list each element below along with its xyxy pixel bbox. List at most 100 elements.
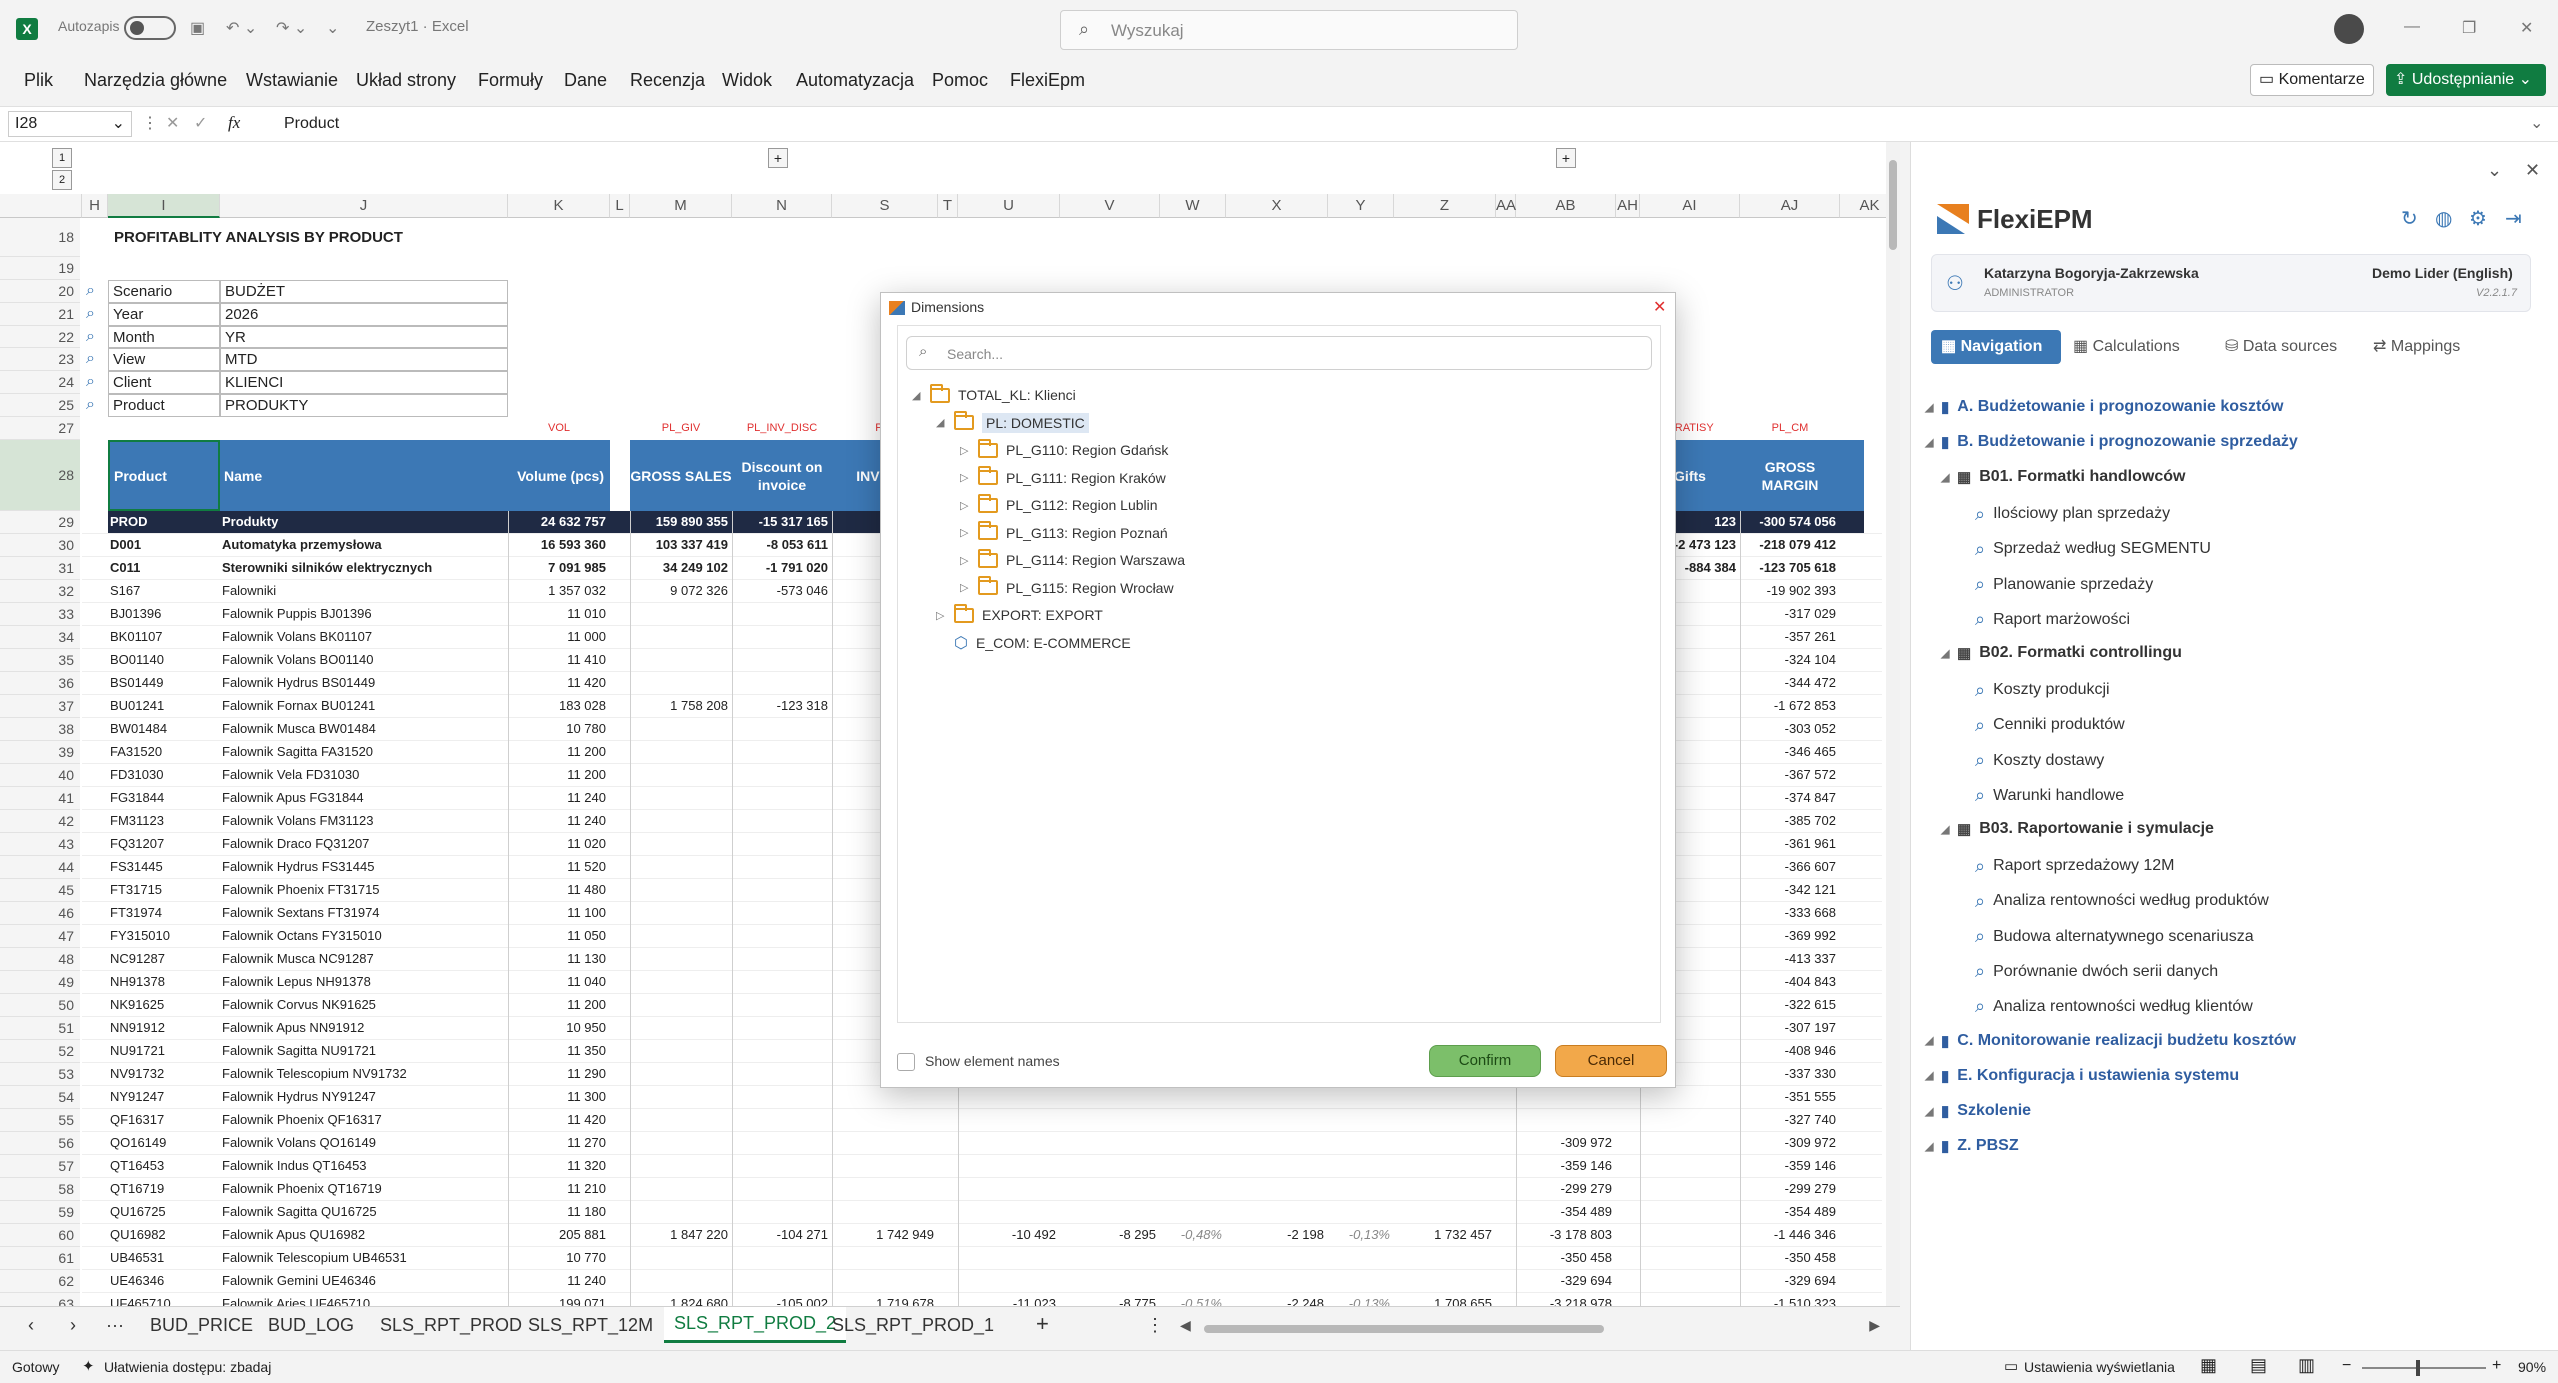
scroll-tabs-right-icon[interactable]: › — [70, 1315, 76, 1336]
panel-close-icon[interactable]: ✕ — [2525, 160, 2540, 181]
value-cell[interactable]: -346 465 — [1740, 741, 1840, 764]
nav-item[interactable]: ⌕ Cenniki produktów — [1959, 715, 2125, 736]
column-header[interactable]: J — [220, 194, 508, 218]
tree-node[interactable]: ▷ PL_G112: Region Lublin — [960, 492, 1158, 518]
value-cell[interactable]: 1 847 220 — [630, 1224, 732, 1247]
minimize-icon[interactable]: — — [2404, 18, 2420, 36]
row-header[interactable]: 46 — [0, 902, 80, 926]
vertical-scrollbar[interactable] — [1886, 142, 1900, 1306]
menu-file[interactable]: Plik — [24, 70, 53, 91]
tree-node[interactable]: ▷ PL_G113: Region Poznań — [960, 520, 1168, 546]
nav-item[interactable]: ◢ ▦ B01. Formatki handlowców — [1941, 468, 2185, 486]
value-cell[interactable]: -367 572 — [1740, 764, 1840, 787]
param-search-icon[interactable]: ⌕ — [86, 394, 95, 417]
sheet-tab[interactable]: BUD_PRICE — [150, 1315, 253, 1336]
value-cell[interactable]: -342 121 — [1740, 879, 1840, 902]
row-header[interactable]: 48 — [0, 948, 80, 972]
value-cell[interactable]: -374 847 — [1740, 787, 1840, 810]
product-code[interactable]: QT16719 — [110, 1178, 222, 1201]
header-product[interactable]: Product — [108, 439, 220, 512]
collapse-icon[interactable]: ◢ — [1941, 647, 1957, 660]
nav-item[interactable]: ⌕ Planowanie sprzedaży — [1959, 574, 2153, 595]
panel-collapse-icon[interactable]: ⌄ — [2487, 160, 2502, 181]
product-code[interactable]: BK01107 — [110, 626, 222, 649]
product-code[interactable]: UE46346 — [110, 1270, 222, 1293]
globe-icon[interactable]: ◍ — [2435, 206, 2452, 231]
value-cell[interactable]: -10 492 — [958, 1224, 1060, 1247]
value-cell[interactable]: -324 104 — [1740, 649, 1840, 672]
product-name[interactable]: Falownik Volans FM31123 — [222, 810, 510, 833]
tab-mappings[interactable]: ⇄ Mappings — [2373, 330, 2460, 364]
value-cell[interactable]: 34 249 102 — [630, 557, 732, 580]
value-cell[interactable]: -317 029 — [1740, 603, 1840, 626]
value-cell[interactable]: -123 318 — [732, 695, 832, 718]
search-box[interactable]: ⌕ Wyszukaj — [1060, 10, 1518, 50]
value-cell[interactable]: 1 824 680 — [630, 1293, 732, 1306]
value-cell[interactable]: 11 130 — [508, 948, 610, 971]
value-cell[interactable]: -11 023 — [958, 1293, 1060, 1306]
formula-value[interactable]: Product — [284, 115, 339, 133]
product-code[interactable]: NU91721 — [110, 1040, 222, 1063]
nav-item[interactable]: ◢ ▮ Z. PBSZ — [1925, 1137, 2019, 1155]
function-icon[interactable]: fx — [228, 113, 240, 133]
autosave-toggle[interactable] — [124, 16, 176, 40]
product-code[interactable]: D001 — [110, 534, 222, 557]
tree-node[interactable]: ▷ PL_G111: Region Kraków — [960, 465, 1166, 491]
value-cell[interactable]: -327 740 — [1740, 1109, 1840, 1132]
row-header[interactable]: 36 — [0, 672, 80, 696]
tree-node[interactable]: ▷ PL_G114: Region Warszawa — [960, 547, 1185, 573]
redo-icon[interactable]: ↷ ⌄ — [276, 18, 307, 38]
more-sheets-icon[interactable]: ··· — [106, 1315, 124, 1336]
row-header[interactable]: 43 — [0, 833, 80, 857]
product-name[interactable]: Sterowniki silników elektrycznych — [222, 557, 510, 580]
value-cell[interactable]: -359 146 — [1516, 1155, 1616, 1178]
row-header[interactable]: 50 — [0, 994, 80, 1017]
row-header[interactable]: 41 — [0, 787, 80, 811]
product-code[interactable]: NN91912 — [110, 1017, 222, 1040]
column-header[interactable]: Y — [1328, 194, 1394, 218]
param-search-icon[interactable]: ⌕ — [86, 326, 95, 349]
row-header[interactable]: 38 — [0, 718, 80, 742]
product-name[interactable]: Falownik Aries UF465710 — [222, 1293, 510, 1306]
header-gross-margin[interactable]: GROSS MARGIN — [1740, 439, 1840, 512]
comments-button[interactable]: ▭ Komentarze — [2250, 64, 2374, 96]
product-code[interactable]: C011 — [110, 557, 222, 580]
value-cell[interactable]: -333 668 — [1740, 902, 1840, 925]
value-cell[interactable]: -1 672 853 — [1740, 695, 1840, 718]
param-value[interactable]: MTD — [220, 348, 508, 372]
column-header[interactable]: U — [958, 194, 1060, 218]
value-cell[interactable]: -2 248 — [1226, 1293, 1328, 1306]
avatar[interactable] — [2334, 14, 2364, 44]
accessibility-icon[interactable]: ✦ — [82, 1357, 95, 1375]
zoom-in-icon[interactable]: + — [2492, 1357, 2501, 1375]
product-code[interactable]: QU16725 — [110, 1201, 222, 1224]
expand-formula-icon[interactable]: ⌄ — [2530, 113, 2543, 133]
value-cell[interactable]: 183 028 — [508, 695, 610, 718]
row-header[interactable]: 37 — [0, 695, 80, 719]
nav-item[interactable]: ◢ ▦ B02. Formatki controllingu — [1941, 644, 2182, 662]
sheet-tab[interactable]: SLS_RPT_PROD_1 — [832, 1315, 994, 1336]
refresh-icon[interactable]: ↻ — [2401, 206, 2418, 231]
enter-icon[interactable]: ✓ — [194, 113, 207, 133]
value-cell[interactable]: 11 040 — [508, 971, 610, 994]
product-name[interactable]: Falownik Telescopium UB46531 — [222, 1247, 510, 1270]
value-cell[interactable]: 11 240 — [508, 787, 610, 810]
normal-view-icon[interactable]: ▦ — [2200, 1355, 2217, 1376]
product-name[interactable]: Falownik Musca NC91287 — [222, 948, 510, 971]
product-code[interactable]: PROD — [110, 511, 222, 534]
nav-item[interactable]: ◢ ▮ Szkolenie — [1925, 1102, 2031, 1120]
sheet-tab[interactable]: SLS_RPT_PROD — [380, 1315, 522, 1336]
product-name[interactable]: Falownik Corvus NK91625 — [222, 994, 510, 1017]
expand-node-icon[interactable]: ▷ — [960, 554, 978, 567]
value-cell[interactable]: -404 843 — [1740, 971, 1840, 994]
value-cell[interactable]: -369 992 — [1740, 925, 1840, 948]
product-name[interactable]: Falownik Musca BW01484 — [222, 718, 510, 741]
product-name[interactable]: Automatyka przemysłowa — [222, 534, 510, 557]
row-header[interactable]: 54 — [0, 1085, 80, 1109]
value-cell[interactable]: -408 946 — [1740, 1040, 1840, 1063]
product-code[interactable]: S167 — [110, 580, 222, 603]
collapse-icon[interactable]: ◢ — [1941, 471, 1957, 484]
row-header[interactable]: 30 — [0, 534, 80, 558]
value-cell[interactable]: 103 337 419 — [630, 534, 732, 557]
product-name[interactable]: Falownik Volans QO16149 — [222, 1132, 510, 1155]
